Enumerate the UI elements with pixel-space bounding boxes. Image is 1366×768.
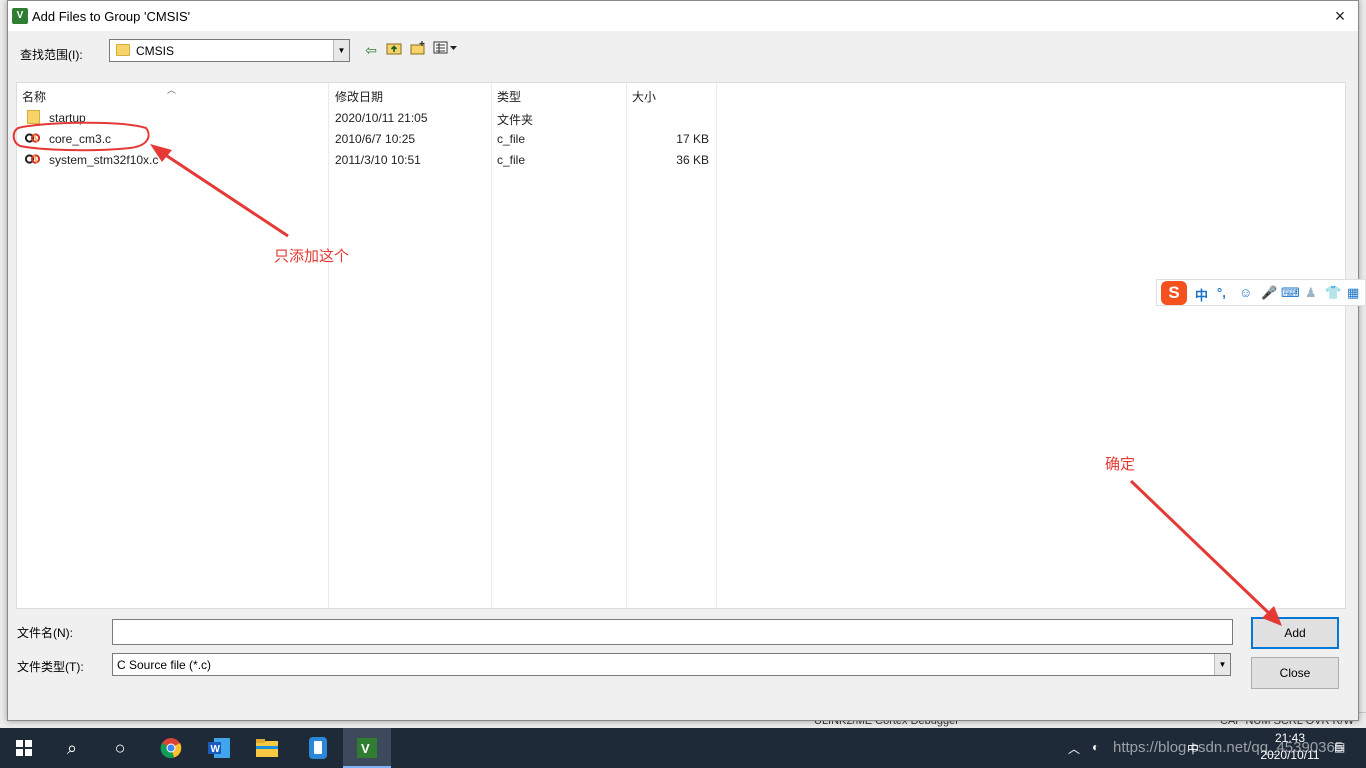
folder-icon xyxy=(116,44,130,56)
column-header-size[interactable]: 大小 xyxy=(632,88,656,105)
file-date: 2010/6/7 10:25 xyxy=(335,132,416,146)
add-files-dialog: V Add Files to Group 'CMSIS' × 查找范围(I): … xyxy=(7,0,1359,721)
up-folder-icon[interactable] xyxy=(384,41,404,59)
look-in-value: CMSIS xyxy=(136,44,175,58)
close-button[interactable]: Close xyxy=(1251,657,1339,689)
tray-chevron-up-icon[interactable]: ︿ xyxy=(1068,740,1080,757)
keyboard-icon[interactable]: ⌨ xyxy=(1281,285,1300,301)
microphone-icon[interactable]: 🎤 xyxy=(1261,285,1277,301)
look-in-combo[interactable]: CMSIS ▼ xyxy=(109,39,350,62)
file-name: startup xyxy=(49,111,86,125)
file-list-view[interactable]: ︿ 名称 修改日期 类型 大小 startup 2020/10/11 21:05… xyxy=(16,82,1346,609)
phone-app-icon[interactable] xyxy=(294,728,342,768)
file-type-select[interactable]: C Source file (*.c) ▼ xyxy=(112,653,1231,676)
file-type: c_file xyxy=(497,153,526,167)
file-name: system_stm32f10x.c xyxy=(49,153,159,167)
windows-start-icon[interactable] xyxy=(0,728,48,768)
annotation-confirm: 确定 xyxy=(1105,456,1136,473)
dialog-close-button[interactable]: × xyxy=(1322,1,1358,31)
watermark-text: https://blog.csdn.net/qq_45390365 xyxy=(1113,739,1344,756)
new-folder-icon[interactable] xyxy=(408,41,428,59)
dialog-title: Add Files to Group 'CMSIS' xyxy=(32,9,191,24)
punctuation-icon[interactable]: °, xyxy=(1217,285,1226,300)
file-type-value: C Source file (*.c) xyxy=(117,658,212,672)
list-item[interactable]: system_stm32f10x.c 2011/3/10 10:51 c_fil… xyxy=(17,150,717,171)
toolbox-grid-icon[interactable]: ▦ xyxy=(1347,285,1359,301)
file-type: 文件夹 xyxy=(497,113,534,127)
chrome-icon[interactable] xyxy=(147,728,195,768)
ime-mode-indicator[interactable]: 中 xyxy=(1195,285,1208,304)
add-button[interactable]: Add xyxy=(1251,617,1339,649)
c-file-icon xyxy=(25,133,40,143)
emoji-icon[interactable]: ☺ xyxy=(1239,285,1252,300)
view-menu-icon[interactable] xyxy=(432,41,460,59)
sort-ascending-icon: ︿ xyxy=(167,85,177,95)
file-name: core_cm3.c xyxy=(49,132,112,146)
task-view-icon[interactable]: ○ xyxy=(96,728,144,768)
svg-text:W: W xyxy=(211,744,221,755)
svg-text:V: V xyxy=(361,741,370,756)
file-size: 17 KB xyxy=(676,132,709,146)
keil-app-icon: V xyxy=(12,8,28,24)
skin-shirt-icon[interactable]: 👕 xyxy=(1325,285,1341,301)
file-name-input[interactable] xyxy=(112,619,1233,645)
back-arrow-icon[interactable]: ⇦ xyxy=(361,41,381,59)
ime-toolbar[interactable]: S 中 °, ☺ 🎤 ⌨ ♟ 👕 ▦ xyxy=(1156,279,1366,306)
c-file-icon xyxy=(25,154,40,164)
folder-icon xyxy=(27,110,40,124)
file-date: 2011/3/10 10:51 xyxy=(335,153,421,167)
column-header-name[interactable]: 名称 xyxy=(22,88,46,105)
chevron-down-icon[interactable]: ▼ xyxy=(333,40,349,61)
file-name-label: 文件名(N): xyxy=(17,626,73,640)
file-date: 2020/10/11 21:05 xyxy=(335,111,428,125)
file-size: 36 KB xyxy=(676,153,709,167)
dialog-title-bar[interactable]: V Add Files to Group 'CMSIS' × xyxy=(8,1,1358,31)
word-icon[interactable]: W xyxy=(195,728,243,768)
list-item[interactable]: startup 2020/10/11 21:05 文件夹 xyxy=(17,108,717,129)
user-icon[interactable]: ♟ xyxy=(1305,285,1317,301)
annotation-only-add-this: 只添加这个 xyxy=(274,248,350,265)
file-type: c_file xyxy=(497,132,526,146)
file-type-label: 文件类型(T): xyxy=(17,660,84,674)
search-icon[interactable]: ⌕ xyxy=(48,728,96,768)
sogou-logo-icon[interactable]: S xyxy=(1161,281,1187,305)
chevron-down-icon[interactable]: ▼ xyxy=(1214,654,1230,675)
list-item[interactable]: core_cm3.c 2010/6/7 10:25 c_file 17 KB xyxy=(17,129,717,150)
tray-qq-icon[interactable]: ◐ xyxy=(1092,740,1099,754)
look-in-label: 查找范围(I): xyxy=(20,48,83,62)
column-header-date[interactable]: 修改日期 xyxy=(335,88,383,105)
keil-uvision-icon[interactable]: V xyxy=(343,728,391,768)
file-explorer-icon[interactable] xyxy=(243,728,291,768)
column-header-type[interactable]: 类型 xyxy=(497,88,521,105)
